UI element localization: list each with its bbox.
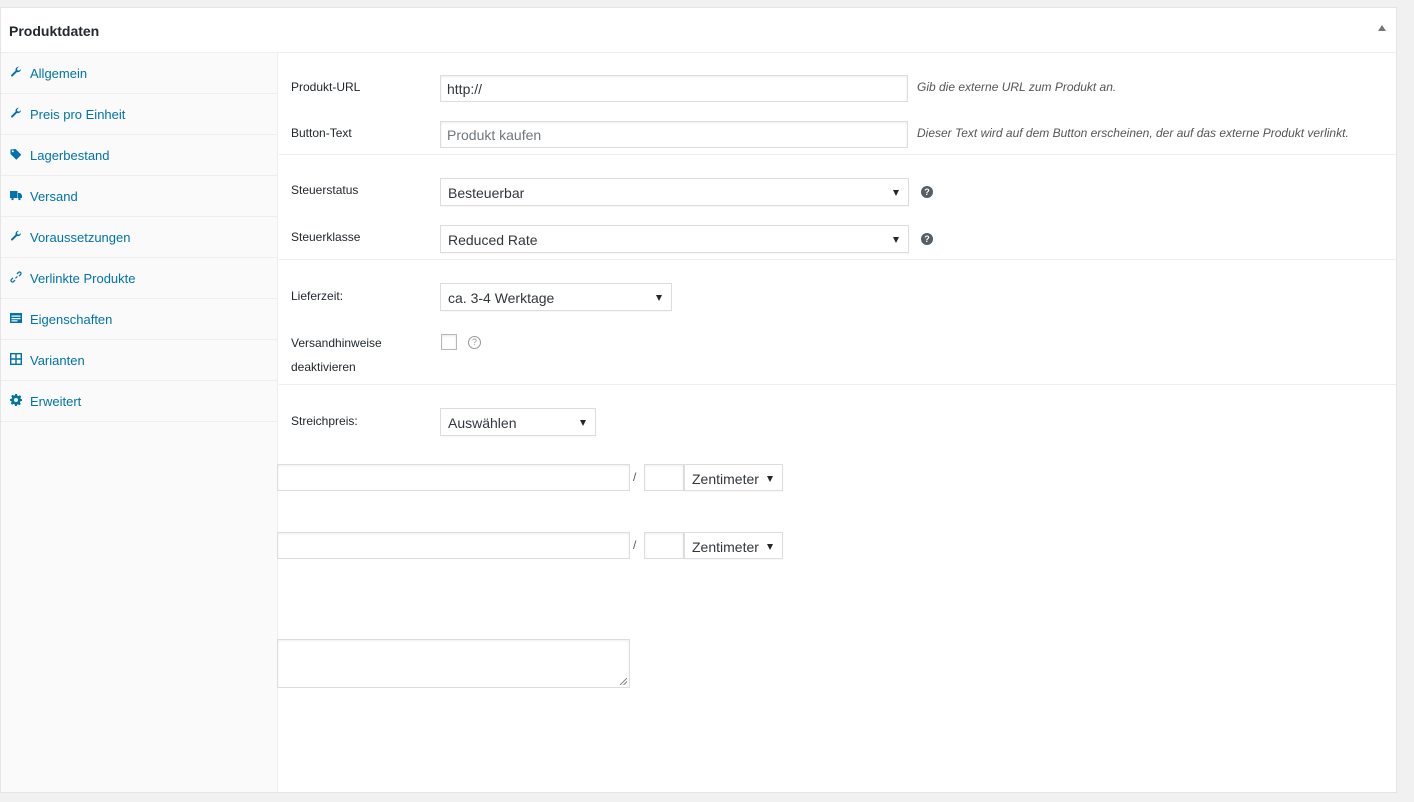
chevron-down-icon [893, 237, 899, 243]
unit-select-2[interactable]: Zentimeter [684, 532, 783, 559]
tab-varianten[interactable]: Varianten [1, 340, 277, 381]
tab-label: Voraussetzungen [30, 230, 131, 245]
grid-icon [10, 353, 22, 365]
tab-label: Erweitert [30, 394, 82, 409]
tax-status-select[interactable]: Besteuerbar [440, 178, 909, 206]
tab-verlinkte-produkte[interactable]: Verlinkte Produkte [1, 258, 277, 299]
unit-value: Zentimeter [692, 471, 759, 487]
tab-preis-pro-einheit[interactable]: Preis pro Einheit [1, 94, 277, 135]
button-text-input[interactable] [440, 121, 908, 148]
tab-eigenschaften[interactable]: Eigenschaften [1, 299, 277, 340]
shipping-notes-label-2: deaktivieren [291, 360, 356, 374]
product-url-label: Produkt-URL [291, 80, 361, 94]
tax-class-select[interactable]: Reduced Rate [440, 225, 909, 253]
list-icon [10, 312, 22, 324]
external-product-section: Produkt-URL Gib die externe URL zum Prod… [279, 53, 1396, 155]
delivery-time-value: ca. 3-4 Werktage [448, 290, 555, 306]
panel-header: Produktdaten [1, 8, 1396, 53]
tax-status-label: Steuerstatus [291, 183, 359, 197]
tax-class-label: Steuerklasse [291, 230, 361, 244]
tab-label: Varianten [30, 353, 85, 368]
product-url-input[interactable] [440, 75, 908, 102]
wrench-icon [10, 66, 22, 78]
tax-class-value: Reduced Rate [448, 232, 538, 248]
product-url-description: Gib die externe URL zum Produkt an. [917, 80, 1117, 94]
strike-price-value: Auswählen [448, 415, 517, 431]
delivery-time-label: Lieferzeit: [291, 289, 344, 303]
tax-section: Steuerstatus Besteuerbar ? Steuerklasse … [279, 155, 1396, 260]
unit-base-input-2[interactable] [644, 532, 684, 559]
chevron-down-icon [893, 190, 899, 196]
tab-label: Allgemein [30, 66, 88, 81]
tab-allgemein[interactable]: Allgemein [1, 53, 277, 94]
wrench-icon [10, 107, 22, 119]
unit-amount-input-2[interactable] [277, 532, 630, 559]
tab-label: Preis pro Einheit [30, 107, 126, 122]
chevron-down-icon [767, 544, 773, 550]
unit-amount-input[interactable] [277, 464, 630, 491]
unit-value: Zentimeter [692, 539, 759, 555]
strike-price-label: Streichpreis: [291, 414, 358, 428]
tab-lagerbestand[interactable]: Lagerbestand [1, 135, 277, 176]
tab-label: Versand [30, 189, 78, 204]
disable-shipping-notes-checkbox[interactable] [441, 334, 457, 350]
unit-select[interactable]: Zentimeter [684, 464, 783, 491]
strike-price-select[interactable]: Auswählen [440, 408, 596, 436]
link-icon [10, 271, 22, 283]
tab-content: Produkt-URL Gib die externe URL zum Prod… [277, 53, 1396, 792]
notes-textarea[interactable] [277, 639, 630, 688]
tax-status-value: Besteuerbar [448, 185, 525, 201]
unit-base-input[interactable] [644, 464, 684, 491]
tag-icon [10, 148, 22, 160]
product-data-tabs: Allgemein Preis pro Einheit Lagerbestand… [1, 53, 278, 792]
chevron-down-icon [580, 420, 586, 426]
delivery-section: Lieferzeit: ca. 3-4 Werktage Versandhinw… [279, 260, 1396, 385]
shipping-notes-label-1: Versandhinweise [291, 336, 382, 350]
tab-label: Verlinkte Produkte [30, 271, 136, 286]
wrench-icon [10, 230, 22, 242]
tab-erweitert[interactable]: Erweitert [1, 381, 277, 422]
tab-voraussetzungen[interactable]: Voraussetzungen [1, 217, 277, 258]
chevron-down-icon [767, 476, 773, 482]
button-text-label: Button-Text [291, 126, 352, 140]
button-text-description: Dieser Text wird auf dem Button erschein… [917, 126, 1349, 140]
chevron-down-icon [656, 295, 662, 301]
separator: / [633, 470, 637, 484]
strike-price-section: Streichpreis: Auswählen / Zentimeter / Z… [277, 385, 1396, 792]
help-icon[interactable]: ? [921, 233, 933, 245]
help-icon[interactable]: ? [468, 336, 481, 349]
panel-title: Produktdaten [9, 23, 100, 39]
tab-label: Eigenschaften [30, 312, 113, 327]
delivery-time-select[interactable]: ca. 3-4 Werktage [440, 283, 672, 311]
resize-handle-icon[interactable] [620, 678, 627, 685]
separator: / [633, 538, 637, 552]
tab-versand[interactable]: Versand [1, 176, 277, 217]
tab-label: Lagerbestand [30, 148, 110, 163]
arrow-up-icon[interactable] [1378, 25, 1386, 31]
truck-icon [10, 189, 22, 201]
product-data-panel: Produktdaten Allgemein Preis pro Einheit… [0, 7, 1397, 793]
help-icon[interactable]: ? [921, 186, 933, 198]
gear-icon [10, 394, 22, 406]
